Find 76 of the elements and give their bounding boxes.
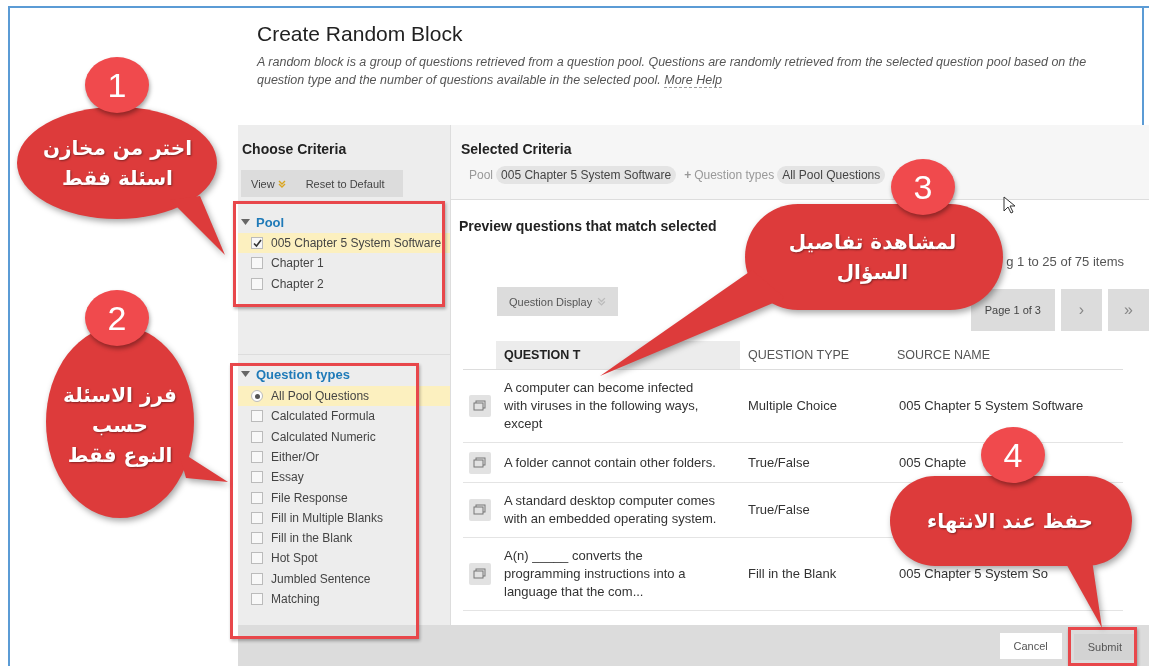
- criteria-option[interactable]: Fill in the Blank: [238, 527, 450, 549]
- criteria-option[interactable]: Essay: [238, 467, 450, 488]
- callout-text: لمشاهدة تفاصيل السؤال: [788, 229, 957, 286]
- source-name-cell: 005 Chapte: [899, 454, 967, 470]
- radio-button[interactable]: [251, 390, 263, 403]
- filter-label: Pool: [469, 168, 494, 182]
- question-type-cell-text: True/False: [747, 501, 811, 519]
- question-type-cell-text: True/False: [747, 453, 811, 472]
- panel-title: Selected Criteria: [460, 141, 573, 157]
- question-text-cell-text: A folder cannot contain other folders.: [503, 453, 717, 472]
- filter-chip[interactable]: 005 Chapter 5 System Software: [496, 166, 677, 184]
- page-indicator-button[interactable]: Page 1 of 3: [970, 289, 1055, 331]
- cancel-button[interactable]: Cancel: [999, 632, 1062, 659]
- preview-icon[interactable]: [468, 563, 491, 585]
- expand-triangle-icon[interactable]: [241, 218, 250, 226]
- item-count: g 1 to 25 of 75 items: [1006, 254, 1124, 269]
- checkbox[interactable]: [251, 430, 263, 443]
- checkbox[interactable]: [251, 572, 263, 585]
- section-title[interactable]: Question types: [256, 367, 350, 383]
- question-text-cell-text: A computer can become infected with viruses in the following ways, except: [503, 379, 700, 433]
- source-name-cell: 005 Chapter 5 System Software: [899, 398, 1084, 413]
- checkbox[interactable]: [251, 237, 263, 250]
- checkbox[interactable]: [251, 593, 263, 605]
- checkbox[interactable]: [251, 552, 263, 565]
- column-header[interactable]: QUESTION T: [496, 341, 740, 369]
- checkbox[interactable]: [251, 277, 263, 290]
- checkbox[interactable]: [251, 532, 263, 545]
- criteria-option[interactable]: Calculated Numeric: [238, 426, 450, 447]
- plus-sign: +: [684, 168, 692, 182]
- callout-text: فرز الاسئلة حسب النوع فقط: [63, 382, 177, 469]
- checkbox[interactable]: [251, 491, 263, 504]
- page-description: A random block is a group of questions retrieved from a question pool. Questions are randomly retrieved from the selected question pool based on the question type and the number of questions available in the selected pool. More Help: [257, 54, 1088, 89]
- criteria-option[interactable]: Chapter 1: [238, 253, 450, 274]
- criteria-option[interactable]: File Response: [238, 487, 450, 508]
- criteria-option[interactable]: Calculated Formula: [238, 406, 450, 427]
- criteria-option[interactable]: Chapter 2: [238, 273, 450, 294]
- panel-title: Choose Criteria: [241, 141, 348, 157]
- criteria-option[interactable]: Hot Spot: [238, 548, 450, 569]
- question-type-cell-text: Multiple Choice: [747, 397, 838, 415]
- question-display-button[interactable]: Question Display: [497, 287, 619, 316]
- section-title[interactable]: Pool: [256, 214, 285, 230]
- column-header[interactable]: SOURCE NAME: [889, 341, 1123, 369]
- step-number: 4: [981, 427, 1045, 483]
- more-help-link[interactable]: More Help: [664, 73, 722, 88]
- question-text-cell-text: A standard desktop computer comes with an embedded operating system.: [503, 492, 718, 528]
- preview-icon[interactable]: [468, 395, 491, 417]
- callout-text: اختر من مخازن اسئلة فقط: [42, 135, 193, 192]
- question-text-cell-text: A(n) _____ converts the programming instructions into a language that the com...: [503, 547, 687, 601]
- step-number: 1: [85, 57, 149, 113]
- chevron-icon: [277, 179, 286, 188]
- criteria-option[interactable]: All Pool Questions: [238, 385, 450, 407]
- checkbox[interactable]: [251, 410, 263, 423]
- checkbox[interactable]: [251, 450, 263, 463]
- highlight-frame: [1068, 627, 1137, 666]
- criteria-option[interactable]: 005 Chapter 5 System Software: [238, 233, 450, 254]
- column-header[interactable]: QUESTION TYPE: [740, 341, 889, 369]
- step-number: 2: [85, 290, 149, 346]
- page-title: Create Random Block: [257, 22, 464, 46]
- callout-text: حفظ عند الانتهاء: [927, 507, 1093, 535]
- criteria-option[interactable]: Jumbled Sentence: [238, 568, 450, 589]
- filter-label: Question types: [694, 168, 775, 182]
- filter-chip[interactable]: All Pool Questions: [777, 166, 886, 184]
- criteria-option[interactable]: Fill in Multiple Blanks: [238, 507, 450, 528]
- checkbox[interactable]: [251, 257, 263, 270]
- expand-triangle-icon[interactable]: [241, 371, 250, 379]
- source-name-cell: 005 Chapter 5 System So: [899, 566, 1048, 581]
- preview-title: Preview questions that match selected: [458, 218, 718, 234]
- checkbox[interactable]: [251, 471, 263, 484]
- criteria-option[interactable]: Either/Or: [238, 446, 450, 468]
- checkbox[interactable]: [251, 511, 263, 524]
- preview-icon[interactable]: [468, 451, 491, 474]
- criteria-option[interactable]: Matching: [238, 588, 450, 610]
- submit-button[interactable]: Submit: [1073, 633, 1136, 660]
- preview-icon[interactable]: [468, 499, 491, 521]
- chevron-icon: [597, 297, 607, 306]
- question-type-cell-text: Fill in the Blank: [747, 565, 838, 583]
